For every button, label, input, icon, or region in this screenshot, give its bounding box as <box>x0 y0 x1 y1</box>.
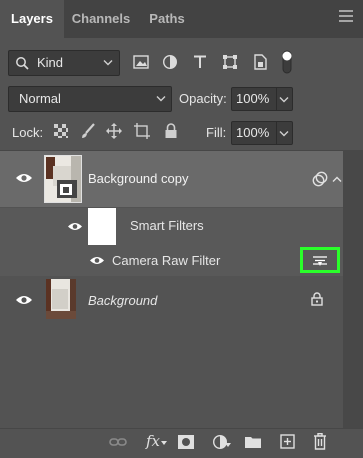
new-layer-icon[interactable] <box>280 434 295 449</box>
type-layer-filter-icon[interactable] <box>192 54 208 70</box>
chevron-down-icon[interactable] <box>279 130 289 138</box>
link-layers-icon[interactable] <box>109 435 127 449</box>
chevron-down-icon <box>103 59 113 67</box>
blend-mode-dropdown[interactable]: Normal <box>8 86 172 112</box>
lock-artboard-icon[interactable] <box>134 123 150 139</box>
search-icon <box>15 56 29 70</box>
lock-icon[interactable] <box>311 292 323 306</box>
chevron-down-icon <box>161 441 167 445</box>
pixel-layer-filter-icon[interactable] <box>133 54 149 70</box>
lock-label: Lock: <box>12 125 44 140</box>
lock-image-pixels-icon[interactable] <box>80 123 96 139</box>
chevron-down-icon <box>156 95 166 103</box>
add-mask-icon[interactable] <box>178 435 194 449</box>
fill-label: Fill: <box>206 125 227 140</box>
lock-position-icon[interactable] <box>106 123 122 139</box>
lock-all-icon[interactable] <box>164 123 178 139</box>
chevron-down-icon <box>225 443 231 447</box>
filter-kind-label: Kind <box>37 55 64 70</box>
field-divider <box>276 122 277 144</box>
smart-filters-label: Smart Filters <box>130 218 204 233</box>
lock-transparent-pixels-icon[interactable] <box>54 124 68 138</box>
eye-visibility-icon[interactable] <box>89 255 105 266</box>
camera-raw-filter-label[interactable]: Camera Raw Filter <box>112 253 220 268</box>
panel-menu-icon[interactable] <box>337 8 355 24</box>
tab-paths[interactable]: Paths <box>138 0 196 38</box>
fill-value: 100% <box>236 125 270 140</box>
layer-row-background-copy[interactable]: Background copy <box>0 151 343 207</box>
tab-channels[interactable]: Channels <box>64 0 138 38</box>
delete-layer-icon[interactable] <box>313 433 327 450</box>
layer-name-background-copy[interactable]: Background copy <box>88 171 188 186</box>
layer-thumbnail[interactable] <box>46 279 76 319</box>
adjustment-layer-filter-icon[interactable] <box>162 54 178 70</box>
tab-layers[interactable]: Layers <box>0 0 64 38</box>
filter-blending-options-icon[interactable] <box>312 255 328 267</box>
new-adjustment-layer-icon[interactable] <box>212 434 228 450</box>
bottom-toolbar: fx <box>0 428 363 458</box>
opacity-label: Opacity: <box>179 91 227 106</box>
eye-visibility-icon[interactable] <box>67 221 83 232</box>
smart-filters-row[interactable]: Smart Filters <box>0 208 343 245</box>
fill-field[interactable]: 100% <box>231 121 293 145</box>
field-divider <box>276 88 277 110</box>
chevron-down-icon[interactable] <box>279 96 289 104</box>
chevron-up-icon[interactable] <box>332 175 342 183</box>
shape-layer-filter-icon[interactable] <box>222 54 238 70</box>
scrollbar[interactable] <box>343 150 363 428</box>
opacity-field[interactable]: 100% <box>231 87 293 111</box>
layer-row-background[interactable]: Background <box>0 277 343 323</box>
camera-raw-filter-row[interactable]: Camera Raw Filter <box>0 245 343 276</box>
smart-object-filter-icon[interactable] <box>252 54 268 70</box>
layer-style-fx-button[interactable]: fx <box>146 432 160 450</box>
new-group-folder-icon[interactable] <box>245 435 261 448</box>
smart-filters-icon[interactable] <box>312 171 328 187</box>
filter-kind-dropdown[interactable]: Kind <box>8 50 120 76</box>
opacity-value: 100% <box>236 91 270 106</box>
eye-visibility-icon[interactable] <box>15 294 33 306</box>
panel-tab-bar: Layers Channels Paths <box>0 0 363 38</box>
filter-toggle-icon[interactable] <box>281 50 293 74</box>
smart-filter-mask-thumbnail[interactable] <box>88 208 116 245</box>
blend-mode-value: Normal <box>19 91 61 106</box>
layer-name-background[interactable]: Background <box>88 293 157 308</box>
eye-visibility-icon[interactable] <box>15 172 33 184</box>
layer-thumbnail[interactable] <box>44 155 82 203</box>
